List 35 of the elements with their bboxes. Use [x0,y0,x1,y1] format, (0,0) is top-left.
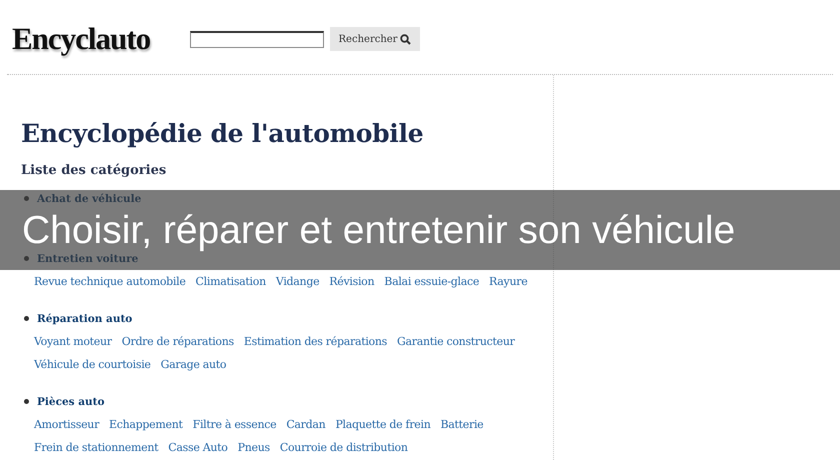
subcategory-link[interactable]: Garage auto [160,358,226,371]
subcategory-link[interactable]: Echappement [109,418,183,431]
bullet-icon [24,316,29,321]
subcategory-link[interactable]: Courroie de distribution [280,441,408,454]
page-title: Encyclopédie de l'automobile [21,118,424,150]
subcategory-link[interactable]: Pneus [238,441,270,454]
subcategory-link[interactable]: Filtre à essence [192,418,276,431]
category-link[interactable]: Pièces auto [37,396,104,408]
subcategory-link[interactable]: Vidange [276,275,320,288]
search-icon [400,34,412,44]
subcategory-link[interactable]: Amortisseur [34,418,100,431]
subcategory-link[interactable]: Véhicule de courtoisie [34,358,151,371]
subcategory-link[interactable]: Cardan [286,418,326,431]
subcategory-link[interactable]: Frein de stationnement [34,441,158,454]
search-field[interactable] [190,30,324,48]
subcategory-link[interactable]: Batterie [440,418,484,431]
subcategory-link[interactable]: Rayure [489,275,528,288]
subcategory-link[interactable]: Revue technique automobile [34,275,186,288]
subcategory-link[interactable]: Estimation des réparations [244,335,387,348]
subcategory-link[interactable]: Balai essuie-glace [384,275,480,288]
search-button[interactable]: Rechercher [330,27,420,51]
bullet-icon [24,399,29,404]
bullet-icon [24,196,29,201]
subcategory-link[interactable]: Révision [329,275,374,288]
subcategory-link[interactable]: Garantie constructeur [397,335,515,348]
subcategory-link[interactable]: Climatisation [196,275,266,288]
subcategory-link[interactable]: Casse Auto [168,441,228,454]
subcategory-link[interactable]: Ordre de réparations [122,335,234,348]
caption-text: Choisir, réparer et entretenir son véhicule [22,211,736,250]
category-link[interactable]: Réparation auto [37,312,132,324]
section-heading: Liste des catégories [21,162,168,180]
site-logo[interactable]: Encyclauto [12,21,190,57]
bullet-icon [24,256,29,261]
subcategory-link[interactable]: Plaquette de frein [335,418,430,431]
subcategory-link[interactable]: Voyant moteur [34,335,112,348]
